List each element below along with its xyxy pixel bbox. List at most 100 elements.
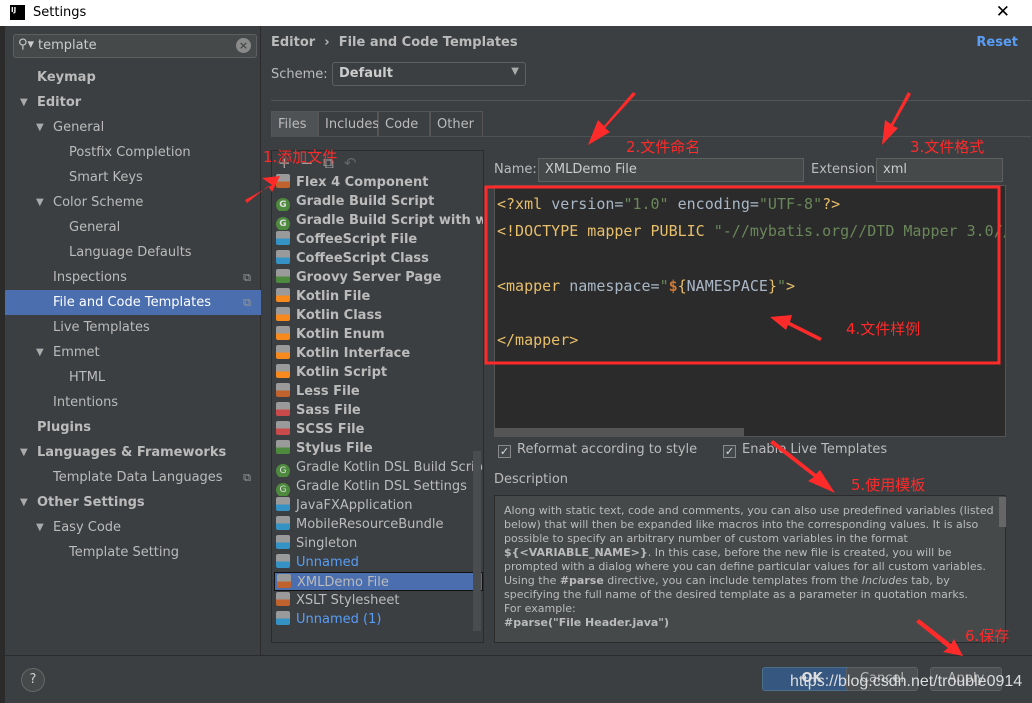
file-template-label: Stylus File — [296, 441, 373, 456]
scheme-select[interactable]: Default ▼ — [332, 62, 526, 86]
sidebar-item[interactable]: ▼ Easy Code — [5, 515, 261, 540]
breadcrumb-separator: › — [324, 35, 330, 50]
sidebar-item[interactable]: ▼ Editor — [5, 90, 261, 115]
sidebar-item-label: General — [69, 220, 121, 235]
description-scrollbar[interactable] — [999, 497, 1006, 527]
sidebar-item-label: HTML — [69, 370, 106, 385]
live-templates-checkbox[interactable]: ✓ Enable Live Templates — [723, 442, 887, 458]
file-template-item[interactable]: Groovy Server Page — [274, 268, 483, 287]
sidebar-item[interactable]: Live Templates — [5, 315, 261, 340]
tab-includes[interactable]: Includes — [318, 111, 379, 136]
clear-icon[interactable]: × — [236, 38, 251, 53]
sidebar-item[interactable]: File and Code Templates ⧉ — [5, 290, 261, 315]
code-line-6: </mapper> — [497, 331, 579, 349]
reformat-checkbox[interactable]: ✓ Reformat according to style — [498, 442, 697, 458]
file-template-item[interactable]: Kotlin Interface — [274, 344, 483, 363]
file-template-label: Kotlin File — [296, 289, 371, 304]
reset-link[interactable]: Reset — [976, 35, 1018, 50]
sidebar-item[interactable]: Language Defaults — [5, 240, 261, 265]
expand-triangle-icon[interactable]: ▼ — [20, 90, 28, 115]
template-editor[interactable]: <?xml version="1.0" encoding="UTF-8"?> <… — [494, 185, 1006, 437]
annotation-add-file: 1.添加文件 — [263, 148, 338, 166]
file-template-item[interactable]: Sass File — [274, 401, 483, 420]
file-template-item[interactable]: Singleton — [274, 534, 483, 553]
file-template-item[interactable]: Flex 4 Component — [274, 173, 483, 192]
file-type-icon — [276, 592, 290, 606]
file-type-icon — [276, 611, 290, 625]
sidebar-item[interactable]: Template Data Languages ⧉ — [5, 465, 261, 490]
list-scrollbar[interactable] — [473, 451, 481, 631]
file-template-item[interactable]: Unnamed — [274, 553, 483, 572]
file-template-item[interactable]: Stylus File — [274, 439, 483, 458]
file-template-item[interactable]: CoffeeScript File — [274, 230, 483, 249]
sidebar-item[interactable]: ▼ General — [5, 115, 261, 140]
file-template-label: Unnamed (1) — [296, 612, 382, 627]
sidebar-item[interactable]: General — [5, 215, 261, 240]
sidebar-item[interactable]: Plugins — [5, 415, 261, 440]
file-template-item[interactable]: G Gradle Kotlin DSL Settings — [274, 477, 483, 496]
sidebar-item[interactable]: ▼ Color Scheme — [5, 190, 261, 215]
breadcrumb-editor[interactable]: Editor — [271, 35, 315, 50]
file-template-item[interactable]: Kotlin Enum — [274, 325, 483, 344]
expand-triangle-icon[interactable]: ▼ — [36, 190, 44, 215]
annotation-save: 6.保存 — [965, 627, 1010, 645]
file-template-item[interactable]: Less File — [274, 382, 483, 401]
name-input[interactable]: XMLDemo File — [538, 158, 804, 182]
file-template-item[interactable]: Kotlin Script — [274, 363, 483, 382]
file-template-item[interactable]: JavaFXApplication — [274, 496, 483, 515]
close-icon[interactable]: ✕ — [996, 2, 1010, 22]
desc-p5: #parse("File Header.java") — [504, 616, 670, 629]
desc-p3b: directive, you can include templates fro… — [603, 574, 862, 587]
file-type-icon — [276, 440, 290, 454]
desc-var: ${<VARIABLE_NAME>} — [504, 546, 648, 559]
sidebar-item-label: Live Templates — [53, 320, 150, 335]
file-template-item[interactable]: G Gradle Build Script — [274, 192, 483, 211]
file-template-item[interactable]: SCSS File — [274, 420, 483, 439]
sidebar-item[interactable]: ▼ Other Settings — [5, 490, 261, 515]
tab-other[interactable]: Other — [430, 111, 483, 136]
file-type-icon: G — [276, 198, 290, 211]
file-template-label: Groovy Server Page — [296, 270, 442, 285]
file-template-item[interactable]: Kotlin File — [274, 287, 483, 306]
file-template-item[interactable]: Unnamed (1) — [274, 610, 483, 629]
expand-triangle-icon[interactable]: ▼ — [36, 515, 44, 540]
sidebar-item[interactable]: Template Setting — [5, 540, 261, 565]
editor-scrollbar[interactable] — [494, 428, 744, 436]
sidebar-item[interactable]: ▼ Languages & Frameworks — [5, 440, 261, 465]
code-line-2: <!DOCTYPE mapper PUBLIC "-//mybatis.org/… — [497, 222, 1006, 240]
file-type-icon — [276, 326, 290, 340]
sidebar-item[interactable]: Smart Keys — [5, 165, 261, 190]
file-template-item[interactable]: G Gradle Kotlin DSL Build Script — [274, 458, 483, 477]
expand-triangle-icon[interactable]: ▼ — [20, 490, 28, 515]
desc-p3a: Using the — [504, 574, 560, 587]
file-template-item[interactable]: CoffeeScript Class — [274, 249, 483, 268]
main-panel: Editor › File and Code Templates Reset S… — [261, 26, 1032, 655]
tab-code[interactable]: Code — [378, 111, 430, 136]
sidebar-item[interactable]: ▼ Emmet — [5, 340, 261, 365]
live-templates-label: Enable Live Templates — [742, 442, 888, 457]
help-button[interactable]: ? — [21, 668, 45, 692]
sidebar-item[interactable]: Keymap — [5, 65, 261, 90]
file-template-item[interactable]: G Gradle Build Script with wrapper — [274, 211, 483, 230]
file-template-item[interactable]: Kotlin Class — [274, 306, 483, 325]
sidebar-item[interactable]: Intentions — [5, 390, 261, 415]
expand-triangle-icon[interactable]: ▼ — [36, 115, 44, 140]
search-input[interactable]: ⚲▾ template × — [13, 34, 257, 58]
tab-files[interactable]: Files — [271, 111, 318, 136]
file-template-item[interactable]: XMLDemo File — [274, 572, 483, 591]
file-type-icon: G — [276, 464, 290, 477]
sidebar-item[interactable]: Inspections ⧉ — [5, 265, 261, 290]
undo-icon[interactable]: ↶ — [344, 154, 367, 172]
extension-input[interactable]: xml — [876, 158, 1003, 182]
project-copy-icon: ⧉ — [243, 271, 251, 284]
file-template-item[interactable]: MobileResourceBundle — [274, 515, 483, 534]
annotation-file-name: 2.文件命名 — [626, 138, 701, 156]
divider — [271, 100, 1031, 101]
file-type-icon — [276, 535, 290, 549]
file-template-item[interactable]: XSLT Stylesheet — [274, 591, 483, 610]
expand-triangle-icon[interactable]: ▼ — [36, 340, 44, 365]
sidebar-item[interactable]: HTML — [5, 365, 261, 390]
sidebar-item[interactable]: Postfix Completion — [5, 140, 261, 165]
expand-triangle-icon[interactable]: ▼ — [20, 440, 28, 465]
template-list: +−⧉↶ Flex 4 Component G Gradle Build Scrip… — [271, 150, 484, 643]
